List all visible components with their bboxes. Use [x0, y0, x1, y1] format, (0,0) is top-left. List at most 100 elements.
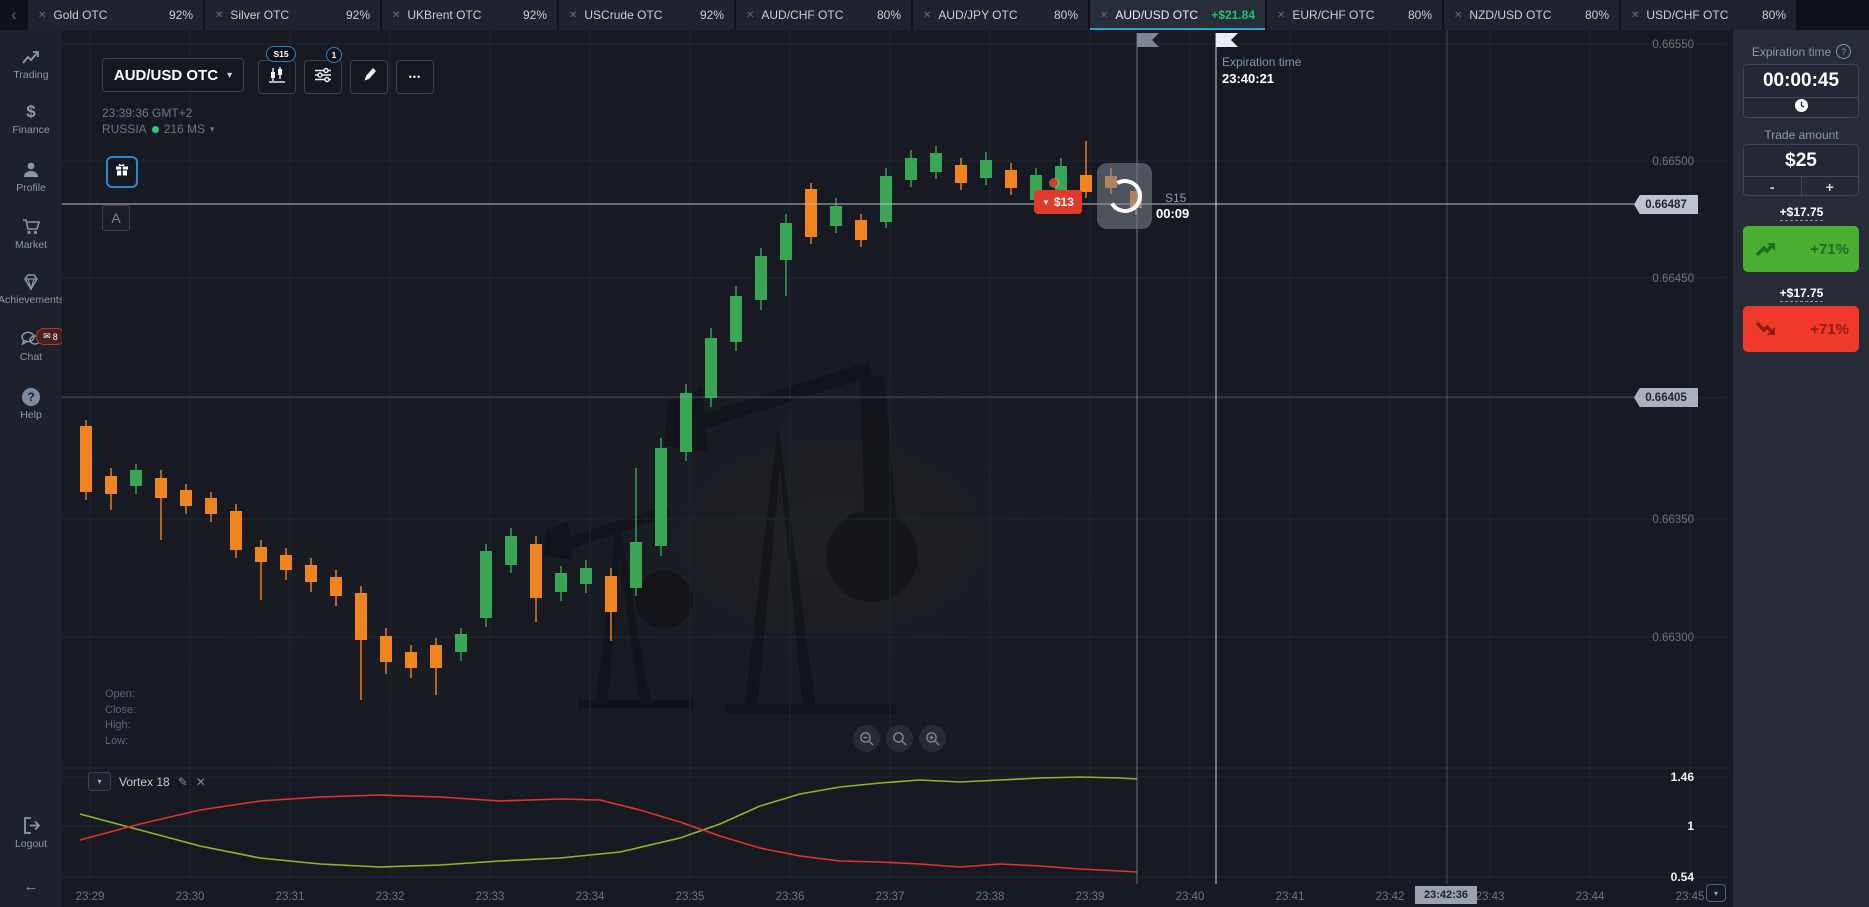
asset-tab-gold[interactable]: ✕Gold OTC92%: [28, 0, 203, 30]
amount-increase-button[interactable]: +: [1802, 177, 1859, 197]
zoom-reset-button[interactable]: [886, 725, 913, 752]
ohlc-readout: Open: Close: High: Low:: [105, 687, 136, 749]
expiration-time-value[interactable]: 00:00:45: [1744, 65, 1858, 97]
indicator-remove-icon[interactable]: ✕: [196, 775, 206, 789]
close-icon[interactable]: ✕: [392, 10, 400, 21]
asset-tab-audchf[interactable]: ✕AUD/CHF OTC80%: [736, 0, 911, 30]
sidebar-item-help[interactable]: ? Help: [0, 388, 62, 421]
close-icon[interactable]: ✕: [1631, 10, 1639, 21]
open-trade-tag: ▼ $13: [1034, 190, 1082, 214]
svg-text:0.66500: 0.66500: [1652, 156, 1694, 168]
tab-payout: 80%: [1585, 8, 1609, 22]
indicator-collapse-caret[interactable]: ▾: [88, 772, 111, 791]
latency-value: 216 MS: [164, 122, 205, 136]
sidebar-item-chat[interactable]: Chat ✉8: [0, 330, 62, 363]
svg-text:23:42: 23:42: [1376, 891, 1405, 903]
gift-icon: [115, 163, 129, 181]
tabs-scroll-left-chevron[interactable]: ‹: [0, 0, 28, 30]
arrow-down-right-icon: [1755, 320, 1777, 338]
zoom-controls: [853, 725, 946, 752]
svg-text:23:31: 23:31: [276, 891, 305, 903]
close-icon[interactable]: ✕: [923, 10, 931, 21]
chart-area: 0.665500.665000.664500.663500.663001.461…: [62, 30, 1732, 907]
svg-text:0.66350: 0.66350: [1652, 514, 1694, 526]
close-icon[interactable]: ✕: [1100, 10, 1108, 21]
indicator-edit-pencil-icon[interactable]: ✎: [178, 775, 188, 789]
chart-type-button[interactable]: [258, 60, 296, 94]
sell-payout-value: +$17.75: [1780, 286, 1824, 302]
chat-unread-badge: ✉8: [36, 328, 65, 345]
tab-label: AUD/CHF OTC: [761, 8, 843, 22]
sidebar-item-trading[interactable]: Trading: [0, 48, 62, 81]
close-icon[interactable]: ✕: [1277, 10, 1285, 21]
svg-text:0.66550: 0.66550: [1652, 39, 1694, 51]
sell-put-button[interactable]: +71%: [1743, 306, 1859, 352]
svg-text:23:44: 23:44: [1576, 891, 1605, 903]
svg-text:23:45: 23:45: [1676, 891, 1705, 903]
expiration-time-label: Expiration time: [1752, 45, 1831, 59]
buy-percent: +71%: [1810, 241, 1849, 258]
tab-profit: +$21.84: [1211, 8, 1255, 22]
expiration-value: 23:40:21: [1222, 71, 1301, 86]
asset-tab-nzdusd[interactable]: ✕NZD/USD OTC80%: [1444, 0, 1619, 30]
amount-decrease-button[interactable]: -: [1744, 177, 1802, 197]
sidebar-item-finance[interactable]: $ Finance: [0, 102, 62, 136]
indicator-count-badge: 1: [326, 47, 342, 63]
asset-tab-silver[interactable]: ✕Silver OTC92%: [205, 0, 380, 30]
trade-entry-dot: [1050, 179, 1058, 187]
ohlc-open-label: Open:: [105, 687, 136, 703]
chart-canvas[interactable]: 0.665500.665000.664500.663500.663001.461…: [62, 30, 1732, 907]
close-icon[interactable]: ✕: [569, 10, 577, 21]
server-latency-selector[interactable]: RUSSIA 216 MS ▾: [102, 122, 215, 136]
svg-text:23:34: 23:34: [576, 891, 605, 903]
sidebar-item-market[interactable]: Market: [0, 217, 62, 251]
zoom-in-button[interactable]: [919, 725, 946, 752]
asset-tab-usdchf[interactable]: ✕USD/CHF OTC80%: [1621, 0, 1796, 30]
sidebar-collapse-arrow[interactable]: ←: [0, 878, 62, 895]
scroll-to-latest-button[interactable]: ▾: [1706, 884, 1726, 902]
loading-spinner-icon: [1104, 175, 1146, 217]
amount-stepper: - +: [1744, 176, 1858, 197]
more-options-button[interactable]: •••: [396, 60, 434, 94]
pair-selector-button[interactable]: AUD/USD OTC ▾: [102, 58, 244, 92]
svg-text:0.66450: 0.66450: [1652, 273, 1694, 285]
svg-text:23:35: 23:35: [676, 891, 705, 903]
sidebar-item-logout[interactable]: Logout: [0, 816, 62, 850]
close-icon[interactable]: ✕: [1454, 10, 1462, 21]
ohlc-high-label: High:: [105, 718, 136, 734]
expiration-label: Expiration time: [1222, 55, 1301, 69]
purchase-countdown: 00:09: [1156, 206, 1189, 221]
tab-payout: 80%: [1762, 8, 1786, 22]
asset-tab-audjpy[interactable]: ✕AUD/JPY OTC80%: [913, 0, 1088, 30]
indicator-name: Vortex 18: [119, 775, 170, 789]
expiration-time-marker: Expiration time 23:40:21: [1222, 55, 1301, 86]
close-icon[interactable]: ✕: [746, 10, 754, 21]
trading-chart-icon: [21, 48, 41, 66]
tab-payout: 92%: [523, 8, 547, 22]
tab-payout: 92%: [700, 8, 724, 22]
asset-tab-uscrude[interactable]: ✕USCrude OTC92%: [559, 0, 734, 30]
close-icon[interactable]: ✕: [215, 10, 223, 21]
trade-amount-value[interactable]: $25: [1744, 145, 1858, 176]
svg-text:0.54: 0.54: [1671, 870, 1695, 884]
asset-tab-bar: ‹ ✕Gold OTC92% ✕Silver OTC92% ✕UKBrent O…: [0, 0, 1869, 30]
asset-tab-eurchf[interactable]: ✕EUR/CHF OTC80%: [1267, 0, 1442, 30]
close-icon[interactable]: ✕: [38, 10, 46, 21]
asset-tab-audusd-active[interactable]: ✕ AUD/USD OTC +$21.84: [1090, 0, 1265, 30]
zoom-out-button[interactable]: [853, 725, 880, 752]
sidebar-item-profile[interactable]: Profile: [0, 160, 62, 194]
sidebar-item-achievements[interactable]: Achievements: [0, 273, 62, 306]
gift-promo-button[interactable]: [106, 156, 138, 188]
price-alert-marker-a[interactable]: A: [102, 205, 130, 231]
sell-payout-row: +$17.75: [1733, 286, 1869, 302]
info-icon[interactable]: ?: [1836, 44, 1851, 59]
indicators-button[interactable]: [304, 60, 342, 94]
chevron-down-icon: ▾: [210, 124, 215, 135]
chart-clock: 23:39:36 GMT+2: [102, 106, 192, 120]
tab-label: AUD/USD OTC: [1115, 8, 1198, 22]
asset-tab-ukbrent[interactable]: ✕UKBrent OTC92%: [382, 0, 557, 30]
candlestick-icon: [268, 67, 286, 88]
drawing-tools-button[interactable]: [350, 60, 388, 94]
buy-call-button[interactable]: +71%: [1743, 226, 1859, 272]
expiration-clock-button[interactable]: [1744, 97, 1858, 118]
